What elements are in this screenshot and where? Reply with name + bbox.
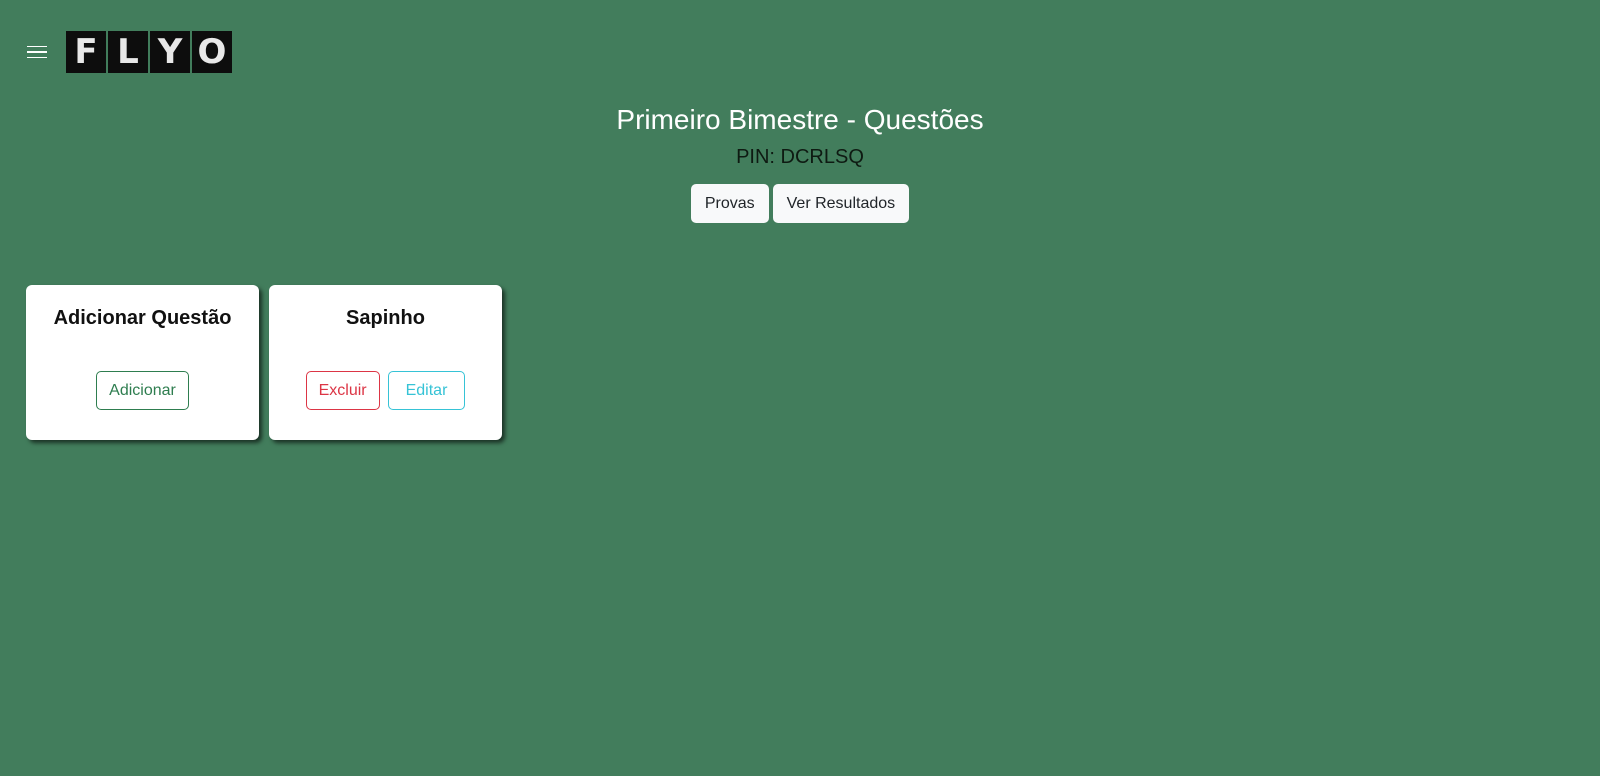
card-actions: Excluir Editar	[269, 371, 502, 410]
view-results-button[interactable]: Ver Resultados	[772, 184, 910, 223]
top-actions: Provas Ver Resultados	[0, 184, 1600, 223]
page-header: Primeiro Bimestre - Questões PIN: DCRLSQ…	[0, 100, 1600, 223]
card-actions: Adicionar	[26, 371, 259, 410]
hamburger-menu-icon[interactable]	[27, 44, 47, 60]
add-question-button[interactable]: Adicionar	[96, 371, 189, 410]
logo-letter-y: Y	[150, 31, 190, 73]
card-title: Sapinho	[346, 307, 425, 329]
card-title: Adicionar Questão	[53, 307, 232, 329]
page-title: Primeiro Bimestre - Questões	[616, 104, 984, 135]
delete-question-button[interactable]: Excluir	[305, 371, 380, 410]
menu-line	[27, 51, 47, 53]
question-cards: Adicionar Questão Adicionar Sapinho Excl…	[26, 285, 502, 440]
edit-question-button[interactable]: Editar	[387, 371, 466, 410]
add-question-card: Adicionar Questão Adicionar	[26, 285, 259, 440]
pin-code: PIN: DCRLSQ	[736, 146, 864, 168]
logo-letter-f: F	[66, 31, 106, 73]
menu-line	[27, 46, 47, 48]
provas-button[interactable]: Provas	[690, 184, 769, 223]
logo-letter-l: L	[108, 31, 148, 73]
menu-line	[27, 56, 47, 58]
logo-letter-o: O	[192, 31, 232, 73]
flyo-logo[interactable]: F L Y O	[66, 31, 232, 73]
question-card: Sapinho Excluir Editar	[269, 285, 502, 440]
